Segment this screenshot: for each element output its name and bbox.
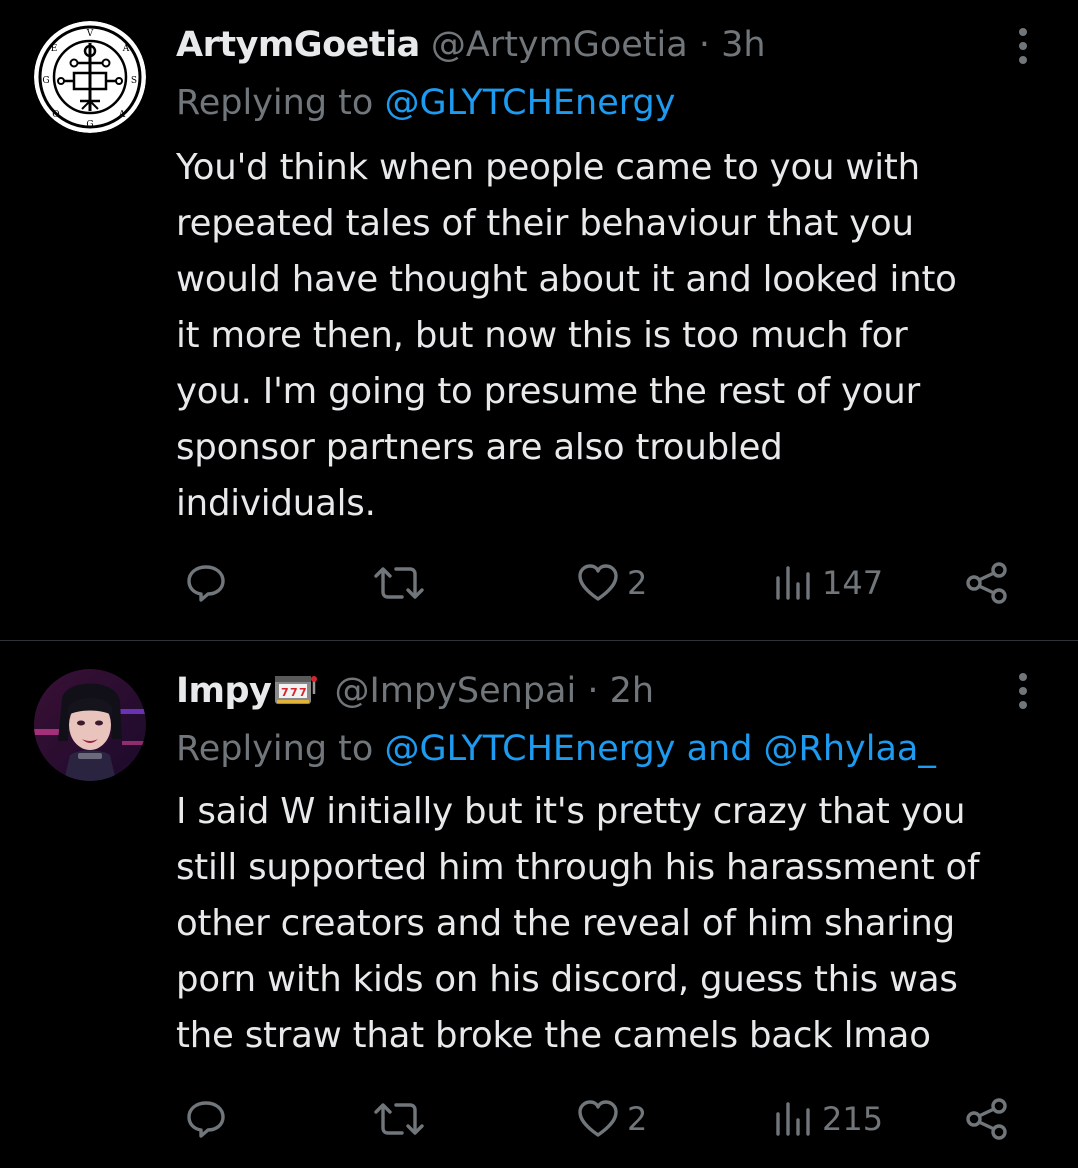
reply-button[interactable] (183, 1089, 229, 1149)
tweet[interactable]: Impy 7 7 7 @ImpySenpai · 2h Replying to … (0, 641, 1078, 1168)
tweet-text: I said W initially but it's pretty crazy… (176, 791, 980, 1056)
like-count: 2 (627, 564, 648, 602)
handle[interactable]: @ImpySenpai (335, 671, 577, 711)
svg-text:A: A (122, 44, 130, 54)
replying-to: Replying to @GLYTCHEnergy (176, 78, 1058, 128)
replying-prefix: Replying to (176, 729, 385, 769)
more-options-button[interactable] (1008, 22, 1038, 70)
repost-button[interactable] (370, 1089, 428, 1149)
handle[interactable]: @ArtymGoetia (431, 25, 688, 65)
tweet[interactable]: V A S A G O G E ArtymGoetia @ArtymGoetia… (0, 0, 1078, 640)
display-name[interactable]: ArtymGoetia (176, 25, 420, 65)
svg-text:E: E (51, 44, 58, 54)
view-count: 147 (822, 564, 884, 602)
like-count: 2 (627, 1100, 648, 1138)
tweet-header: Impy 7 7 7 @ImpySenpai · 2h (176, 666, 998, 716)
tweet-actions: 2 215 (0, 1089, 1078, 1149)
svg-text:V: V (86, 29, 94, 39)
display-name[interactable]: Impy (176, 671, 272, 711)
mention-link-2[interactable]: @Rhylaa_ (764, 729, 936, 769)
views-button[interactable]: 147 (772, 553, 883, 613)
reply-button[interactable] (183, 553, 229, 613)
anime-character-icon (34, 669, 146, 781)
separator: · (698, 25, 710, 65)
share-button[interactable] (963, 1089, 1011, 1149)
tweet-actions: 2 147 (0, 553, 1078, 613)
view-count: 215 (822, 1100, 884, 1138)
tweet-header: ArtymGoetia @ArtymGoetia · 3h (176, 20, 998, 70)
share-button[interactable] (963, 553, 1011, 613)
svg-text:S: S (131, 76, 137, 86)
share-icon (966, 562, 1007, 604)
reply-icon (187, 1101, 225, 1138)
svg-text:G: G (86, 120, 93, 130)
more-vertical-icon (1019, 673, 1027, 709)
heart-icon (578, 564, 618, 601)
share-icon (966, 1098, 1007, 1140)
timestamp[interactable]: 3h (721, 25, 765, 65)
svg-text:7: 7 (281, 686, 289, 699)
avatar[interactable] (34, 669, 146, 781)
svg-text:7: 7 (299, 686, 307, 699)
replying-to: Replying to @GLYTCHEnergy and @Rhylaa_ (176, 724, 1058, 774)
mention-link[interactable]: @GLYTCHEnergy (384, 83, 675, 123)
analytics-icon (776, 1102, 810, 1136)
svg-text:A: A (118, 110, 126, 120)
reply-icon (187, 565, 225, 602)
mention-link[interactable]: @GLYTCHEnergy (384, 729, 675, 769)
repost-icon (374, 567, 424, 599)
like-button[interactable]: 2 (575, 1089, 647, 1149)
repost-button[interactable] (370, 553, 428, 613)
slot-machine-icon: 7 7 7 (273, 672, 319, 722)
avatar[interactable]: V A S A G O G E (34, 21, 146, 133)
analytics-icon (776, 566, 810, 600)
like-button[interactable]: 2 (575, 553, 647, 613)
views-button[interactable]: 215 (772, 1089, 883, 1149)
svg-text:7: 7 (290, 686, 298, 699)
repost-icon (374, 1103, 424, 1135)
more-options-button[interactable] (1008, 667, 1038, 715)
svg-text:O: O (52, 110, 59, 120)
timestamp[interactable]: 2h (610, 671, 654, 711)
occult-sigil-icon: V A S A G O G E (34, 21, 146, 133)
svg-text:G: G (42, 76, 49, 86)
replying-prefix: Replying to (176, 83, 385, 123)
more-vertical-icon (1019, 28, 1027, 64)
heart-icon (578, 1100, 618, 1137)
tweet-text: You'd think when people came to you with… (176, 147, 957, 524)
replying-conjunction: and (675, 729, 764, 769)
separator: · (587, 671, 599, 711)
